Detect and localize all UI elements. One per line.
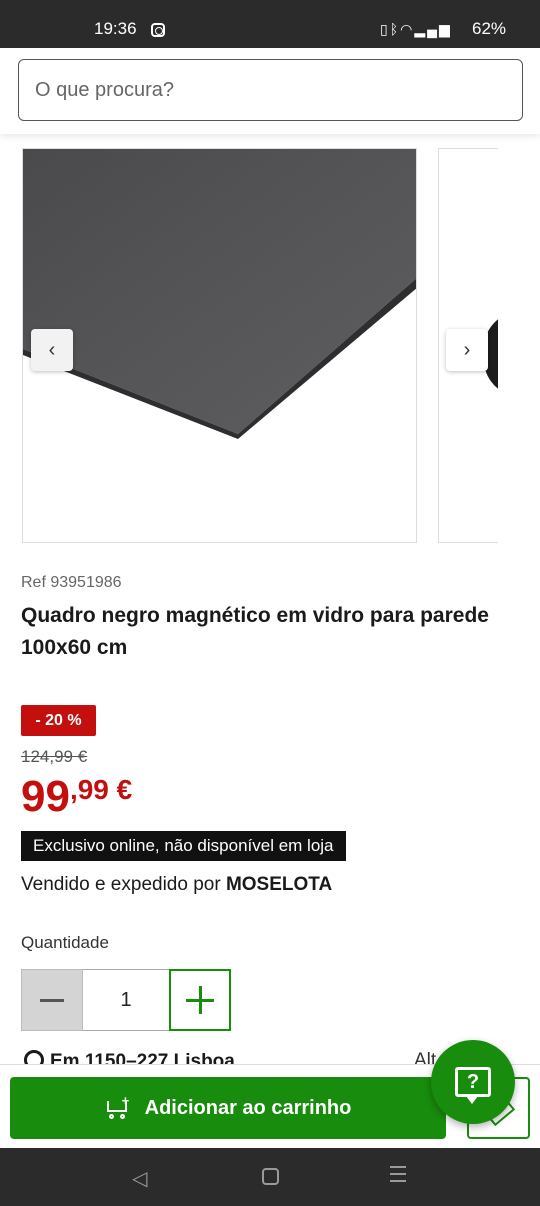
help-chat-icon: ? <box>455 1067 491 1104</box>
seller-name[interactable]: MOSELOTA <box>226 874 332 895</box>
signal-icon: ▂▄▆ <box>414 21 452 37</box>
product-image[interactable] <box>22 148 417 543</box>
chevron-right-icon: › <box>463 338 471 361</box>
gallery-next-button[interactable]: › <box>446 329 488 371</box>
add-to-cart-button[interactable]: + Adicionar ao carrinho <box>10 1077 446 1139</box>
status-time: 19:36 <box>94 19 137 38</box>
battery-level: 62% <box>472 19 507 38</box>
price-decimal: ,99 <box>69 774 109 805</box>
instagram-icon <box>151 23 165 37</box>
current-price: 99,99 € <box>21 772 132 822</box>
cart-add-icon: + <box>105 1093 131 1119</box>
bluetooth-icon: ᛒ <box>389 21 401 37</box>
quantity-label: Quantidade <box>21 933 109 952</box>
quantity-stepper: 1 <box>21 969 231 1031</box>
exclusive-online-badge: Exclusivo online, não disponível em loja <box>21 831 346 861</box>
plus-icon <box>186 986 214 1014</box>
back-icon[interactable]: ◁ <box>132 1166 147 1191</box>
help-chat-button[interactable]: ? <box>431 1040 515 1124</box>
add-to-cart-label: Adicionar ao carrinho <box>144 1096 352 1119</box>
quantity-decrease-button[interactable] <box>21 969 83 1031</box>
gallery-edge <box>498 134 540 554</box>
search-header <box>0 48 540 134</box>
discount-badge: - 20 % <box>21 705 96 736</box>
quantity-increase-button[interactable] <box>169 969 231 1031</box>
recent-apps-icon[interactable] <box>390 1166 406 1187</box>
home-icon[interactable] <box>262 1168 279 1185</box>
product-ref: Ref 93951986 <box>21 574 122 591</box>
sold-by-label: Vendido e expedido por <box>21 874 226 895</box>
price-integer: 99 <box>21 772 70 821</box>
status-bar: 19:36 ▯ᛒ◠▂▄▆ 62% <box>0 0 540 48</box>
question-mark: ? <box>466 1070 480 1093</box>
wifi-icon: ◠ <box>400 21 415 37</box>
gallery-prev-button[interactable]: ‹ <box>31 329 73 371</box>
price-currency: € <box>108 774 133 805</box>
product-gallery[interactable]: ‹ › <box>0 134 540 554</box>
search-box[interactable] <box>18 59 523 121</box>
chevron-left-icon: ‹ <box>48 338 56 361</box>
quantity-value[interactable]: 1 <box>83 969 169 1031</box>
search-input[interactable] <box>19 60 522 120</box>
old-price: 124,99 € <box>21 747 88 766</box>
minus-icon <box>40 998 64 1002</box>
blackboard-image <box>23 149 416 439</box>
vibrate-icon: ▯ <box>380 21 390 37</box>
system-nav-bar: ◁ <box>0 1148 540 1206</box>
system-icons: ▯ᛒ◠▂▄▆ <box>380 21 452 38</box>
product-title: Quadro negro magnético em vidro para par… <box>21 604 489 659</box>
seller-info: Vendido e expedido por MOSELOTA <box>21 874 332 896</box>
